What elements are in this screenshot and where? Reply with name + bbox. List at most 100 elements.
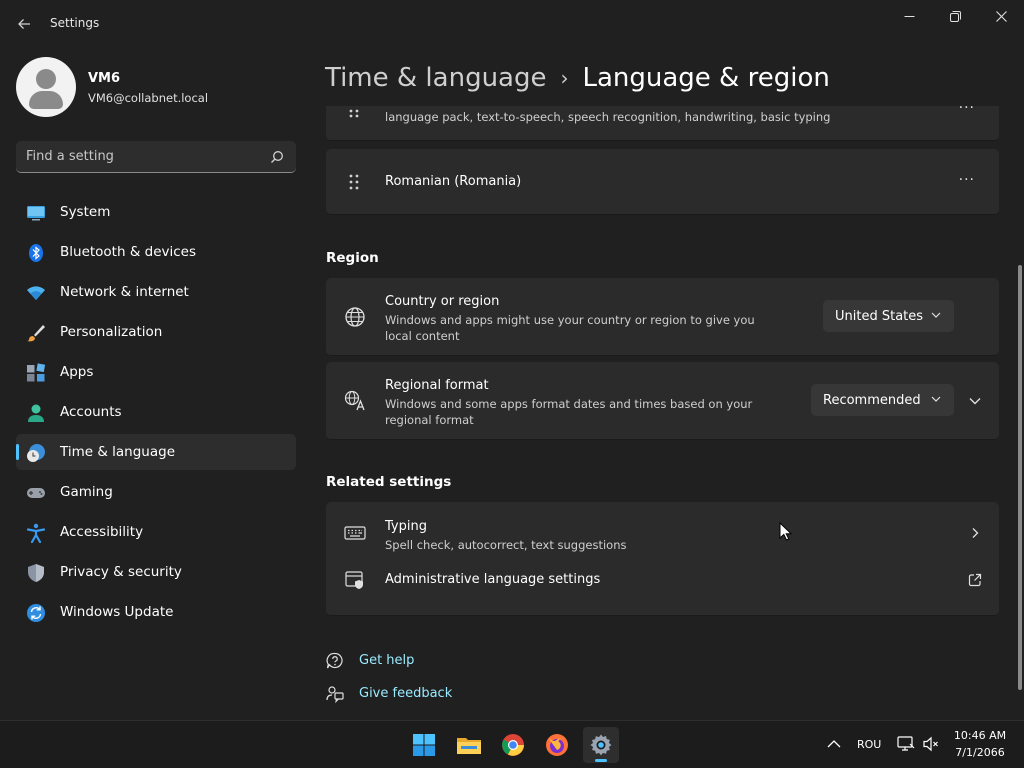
firefox-icon xyxy=(546,734,568,756)
sidebar-item-label: Personalization xyxy=(60,324,163,340)
gamepad-icon xyxy=(27,488,45,498)
regional-format-dropdown[interactable]: Recommended xyxy=(811,384,954,416)
minimize-button[interactable] xyxy=(886,0,932,32)
sidebar-item-bluetooth[interactable]: Bluetooth & devices xyxy=(16,234,296,270)
language-name: Romanian (Romania) xyxy=(385,174,522,189)
sidebar-item-system[interactable]: System xyxy=(16,194,296,230)
sidebar-item-personalization[interactable]: Personalization xyxy=(16,314,296,350)
breadcrumb-separator: › xyxy=(560,66,569,90)
give-feedback-label: Give feedback xyxy=(359,686,453,701)
mouse-cursor xyxy=(779,522,793,541)
start-icon xyxy=(413,734,435,756)
related-settings-card: Typing Spell check, autocorrect, text su… xyxy=(326,502,999,616)
profile-email: VM6@collabnet.local xyxy=(88,91,209,105)
back-arrow-icon xyxy=(18,19,30,29)
chevron-down-icon xyxy=(969,398,981,405)
profile-name: VM6 xyxy=(88,71,121,86)
more-options-button[interactable]: ··· xyxy=(959,172,975,188)
apps-icon xyxy=(27,363,46,382)
main-content: language pack, text-to-speech, speech re… xyxy=(326,106,999,720)
scrollbar-thumb[interactable] xyxy=(1018,265,1022,690)
regional-format-title: Regional format xyxy=(385,378,489,393)
country-region-dropdown[interactable]: United States xyxy=(823,300,954,332)
taskbar-settings[interactable] xyxy=(583,727,619,763)
app-title: Settings xyxy=(50,16,100,30)
title-bar: Settings xyxy=(0,0,1024,48)
regional-format-icon xyxy=(344,390,365,411)
expand-button[interactable] xyxy=(963,389,987,413)
sidebar-item-accessibility[interactable]: Accessibility xyxy=(16,514,296,550)
give-feedback-link[interactable]: Give feedback xyxy=(326,684,526,706)
sidebar-item-label: Bluetooth & devices xyxy=(60,244,197,260)
search-input[interactable] xyxy=(26,141,266,172)
drag-handle-icon[interactable] xyxy=(346,108,362,124)
typing-row[interactable]: Typing Spell check, autocorrect, text su… xyxy=(326,502,999,564)
restore-icon xyxy=(949,10,961,22)
clock-date[interactable]: 7/1/2066 xyxy=(940,746,1020,759)
sidebar-item-network[interactable]: Network & internet xyxy=(16,274,296,310)
sidebar-item-label: Apps xyxy=(60,364,94,380)
sidebar-item-label: Accessibility xyxy=(60,524,144,540)
typing-title: Typing xyxy=(385,519,427,534)
language-features: language pack, text-to-speech, speech re… xyxy=(385,110,831,124)
update-icon xyxy=(27,604,45,622)
more-options-button[interactable]: ··· xyxy=(959,106,975,116)
sidebar-item-label: Windows Update xyxy=(60,604,174,620)
sidebar-nav: System Bluetooth & devices Network & int… xyxy=(16,194,296,634)
language-item-romanian[interactable]: Romanian (Romania) ··· xyxy=(326,149,999,215)
sidebar-item-label: Network & internet xyxy=(60,284,189,300)
regional-format-value: Recommended xyxy=(823,392,921,408)
user-profile[interactable]: VM6 VM6@collabnet.local xyxy=(16,57,296,117)
language-item-english[interactable]: language pack, text-to-speech, speech re… xyxy=(326,106,999,141)
admin-language-title: Administrative language settings xyxy=(385,572,601,587)
avatar xyxy=(16,57,76,117)
wifi-icon xyxy=(27,286,45,300)
globe-icon xyxy=(345,307,365,327)
bluetooth-icon xyxy=(29,244,43,262)
settings-icon xyxy=(590,734,612,756)
sidebar-item-privacy[interactable]: Privacy & security xyxy=(16,554,296,590)
back-button[interactable] xyxy=(10,10,38,38)
sidebar-item-label: Accounts xyxy=(60,404,122,420)
sidebar-item-windows-update[interactable]: Windows Update xyxy=(16,594,296,630)
typing-desc: Spell check, autocorrect, text suggestio… xyxy=(385,538,627,552)
external-link-icon xyxy=(968,573,982,587)
network-monitor-icon[interactable] xyxy=(897,735,915,753)
close-button[interactable] xyxy=(978,0,1024,32)
country-region-desc: Windows and apps might use your country … xyxy=(385,313,755,343)
country-region-card: Country or region Windows and apps might… xyxy=(326,278,999,356)
drag-handle-icon[interactable] xyxy=(346,174,362,190)
admin-settings-icon xyxy=(345,571,363,589)
taskbar-chrome[interactable] xyxy=(495,727,531,763)
sidebar-item-gaming[interactable]: Gaming xyxy=(16,474,296,510)
taskbar-firefox[interactable] xyxy=(539,727,575,763)
breadcrumb: Time & language › Language & region xyxy=(325,58,830,98)
regional-format-card[interactable]: Regional format Windows and some apps fo… xyxy=(326,362,999,440)
search-icon[interactable] xyxy=(270,150,284,164)
chevron-down-icon xyxy=(931,312,941,318)
restore-button[interactable] xyxy=(932,0,978,32)
get-help-link[interactable]: Get help xyxy=(326,651,526,673)
sidebar-item-accounts[interactable]: Accounts xyxy=(16,394,296,430)
taskbar-file-explorer[interactable] xyxy=(451,727,487,763)
minimize-icon xyxy=(904,15,914,17)
clock-time[interactable]: 10:46 AM xyxy=(940,729,1020,742)
keyboard-icon xyxy=(344,526,366,540)
taskbar-start-button[interactable] xyxy=(406,727,442,763)
input-language-indicator[interactable]: ROU xyxy=(857,738,881,751)
file-explorer-icon xyxy=(457,738,481,754)
chevron-down-icon xyxy=(931,396,941,402)
clock-globe-icon xyxy=(27,444,45,462)
sidebar-item-label: System xyxy=(60,204,111,220)
shield-icon xyxy=(28,564,44,582)
sidebar-item-time-language[interactable]: Time & language xyxy=(16,434,296,470)
admin-language-row[interactable]: Administrative language settings xyxy=(326,564,999,616)
accessibility-icon xyxy=(26,523,46,543)
section-title-related: Related settings xyxy=(326,474,452,490)
sidebar-item-apps[interactable]: Apps xyxy=(16,354,296,390)
search-box[interactable] xyxy=(16,141,296,173)
volume-muted-icon[interactable] xyxy=(922,735,940,753)
breadcrumb-parent[interactable]: Time & language xyxy=(325,63,546,93)
get-help-label: Get help xyxy=(359,653,415,668)
show-hidden-icons-chevron-icon[interactable] xyxy=(826,736,842,752)
